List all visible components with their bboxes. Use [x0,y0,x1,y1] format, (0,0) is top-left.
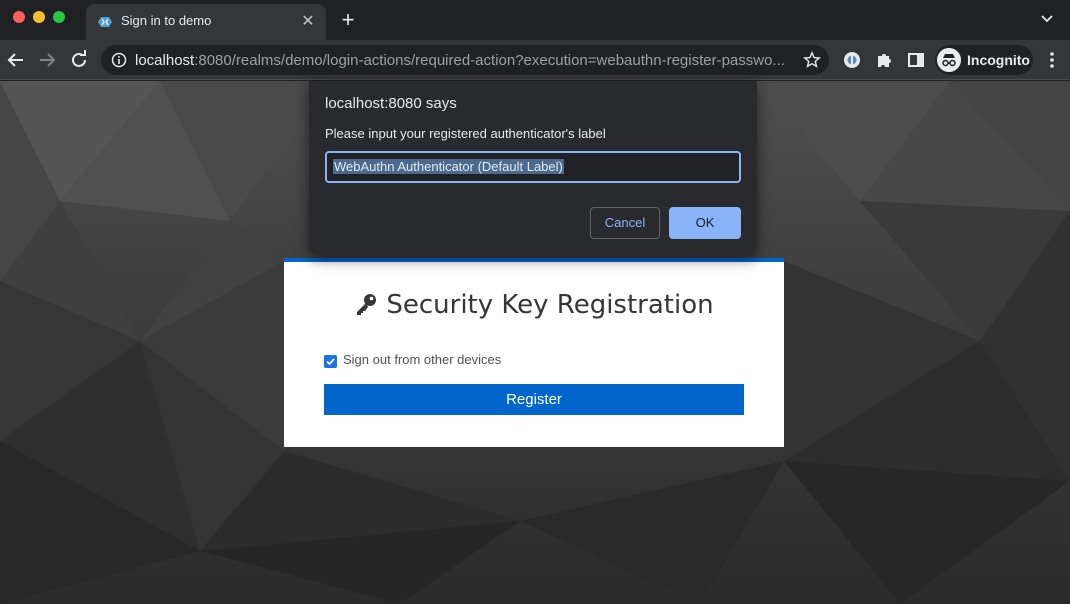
authenticator-label-value: WebAuthn Authenticator (Default Label) [333,159,564,174]
page-title-text: Security Key Registration [386,290,714,320]
maximize-window-button[interactable] [53,11,65,23]
page-title: Security Key Registration [284,290,784,320]
forward-arrow-icon[interactable] [35,48,59,72]
keycloak-favicon-icon [98,17,112,27]
new-tab-button[interactable]: + [337,8,359,32]
star-icon[interactable] [803,51,821,69]
tab-title: Sign in to demo [121,13,212,28]
login-card: Security Key Registration Sign out from … [284,258,784,447]
tab-search-chevron-icon[interactable] [1040,12,1054,26]
prompt-dialog: localhost:8080 says Please input your re… [309,81,757,255]
incognito-icon [937,48,961,72]
dialog-message: Please input your registered authenticat… [325,126,606,141]
sign-out-checkbox-label[interactable]: Sign out from other devices [343,352,501,367]
info-icon[interactable] [111,52,127,68]
cancel-button[interactable]: Cancel [590,207,660,239]
dialog-title: localhost:8080 says [325,95,457,112]
side-panel-icon[interactable] [906,50,926,70]
register-button[interactable]: Register [324,384,744,415]
ok-button[interactable]: OK [669,207,741,239]
url-path: :8080/realms/demo/login-actions/required… [194,52,785,69]
tab-strip: Sign in to demo ✕ + [0,0,1070,40]
tab-close-icon[interactable]: ✕ [298,12,318,32]
url-text: localhost:8080/realms/demo/login-actions… [135,52,791,69]
minimize-window-button[interactable] [33,11,45,23]
incognito-label: Incognito [967,52,1030,68]
incognito-indicator[interactable]: Incognito [935,45,1033,75]
url-host: localhost [135,52,195,69]
reload-icon[interactable] [67,48,91,72]
sign-out-checkbox[interactable] [324,355,337,368]
puzzle-icon[interactable] [874,50,894,70]
close-window-button[interactable] [13,11,25,23]
browser-tab[interactable]: Sign in to demo ✕ [86,4,326,40]
authenticator-label-input[interactable]: WebAuthn Authenticator (Default Label) [325,151,741,183]
browser-toolbar: localhost:8080/realms/demo/login-actions… [0,40,1070,80]
address-bar[interactable]: localhost:8080/realms/demo/login-actions… [101,45,829,75]
more-menu-icon[interactable] [1046,50,1058,70]
extension-icon[interactable] [842,50,862,70]
back-arrow-icon[interactable] [4,48,28,72]
key-icon [357,294,377,315]
